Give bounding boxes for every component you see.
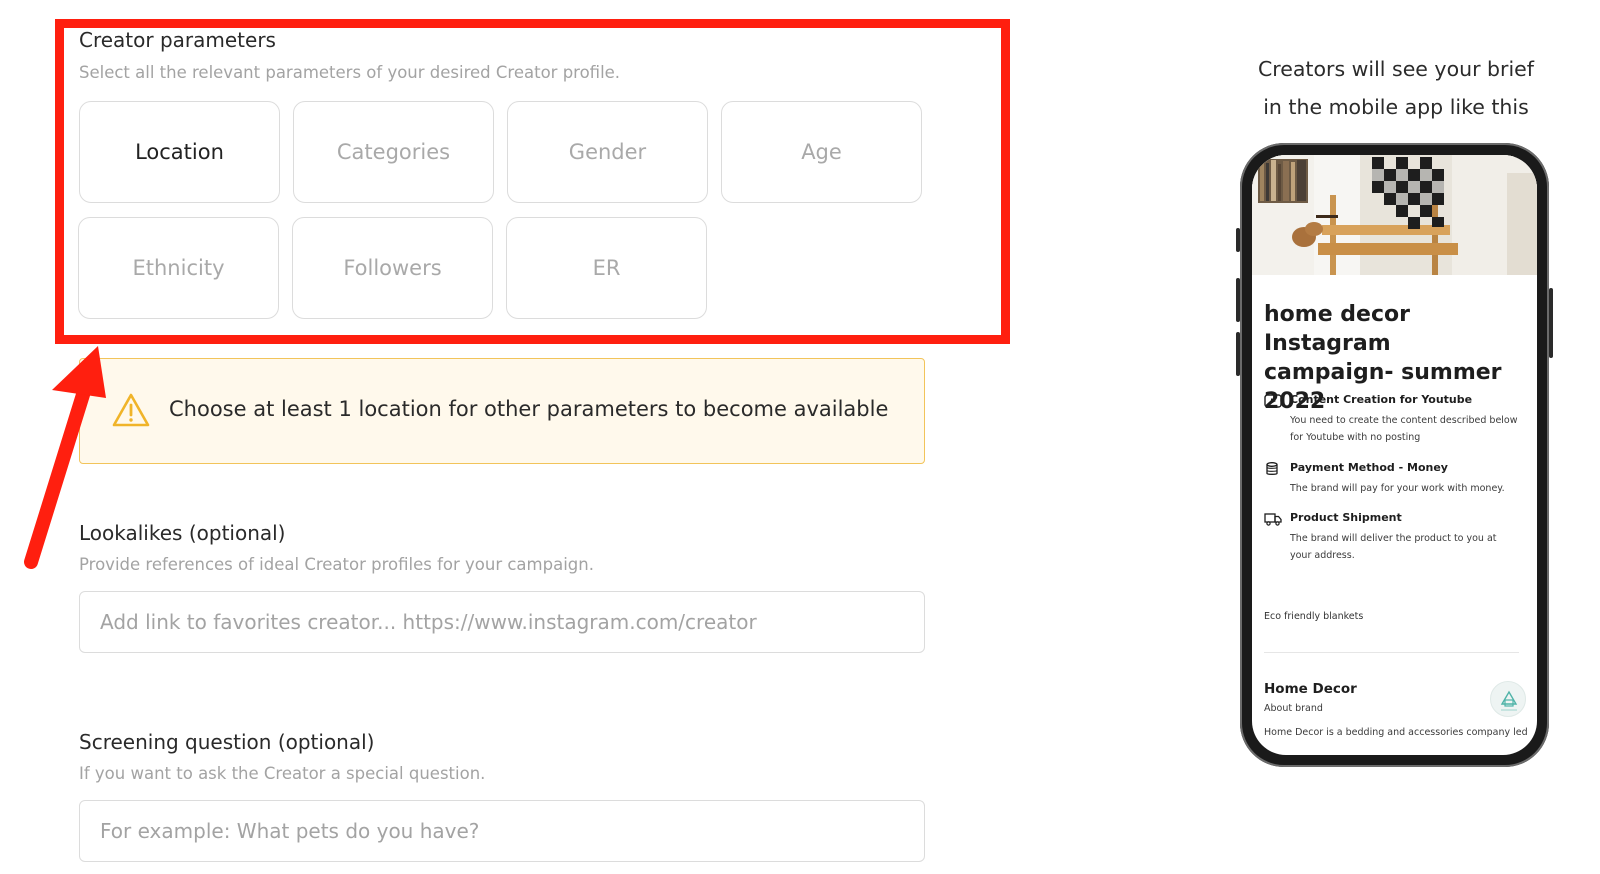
param-age-button[interactable]: Age — [721, 101, 922, 203]
feature-product-shipment: Product Shipment The brand will deliver … — [1264, 511, 1524, 561]
preview-caption: Creators will see your brief in the mobi… — [1226, 50, 1566, 126]
creator-parameters-title: Creator parameters — [79, 28, 276, 52]
brand-description: Home Decor is a bedding and accessories … — [1264, 727, 1528, 738]
lookalikes-link-input[interactable] — [79, 591, 925, 653]
param-ethnicity-button[interactable]: Ethnicity — [78, 217, 279, 319]
home-decor-logo-icon — [1500, 690, 1518, 711]
warning-triangle-icon — [112, 393, 150, 427]
brand-logo-avatar — [1490, 681, 1526, 717]
creator-parameters-subtitle: Select all the relevant parameters of yo… — [79, 63, 621, 82]
truck-icon — [1264, 513, 1282, 526]
screening-question-title: Screening question (optional) — [79, 730, 374, 754]
phone-side-button — [1549, 288, 1553, 358]
location-warning-banner: Choose at least 1 location for other par… — [79, 358, 925, 464]
screening-question-title-label: Screening question — [79, 730, 272, 754]
youtube-icon — [1264, 394, 1282, 408]
warning-text: Choose at least 1 location for other par… — [169, 397, 889, 421]
brand-name: Home Decor — [1264, 681, 1357, 697]
phone-screen: home decor Instagram campaign- summer 20… — [1252, 155, 1537, 755]
param-categories-button[interactable]: Categories — [293, 101, 494, 203]
coins-icon — [1266, 462, 1278, 475]
param-er-button[interactable]: ER — [506, 217, 707, 319]
param-followers-button[interactable]: Followers — [292, 217, 493, 319]
param-location-button[interactable]: Location — [79, 101, 280, 203]
lookalikes-optional-label: (optional) — [188, 521, 286, 545]
feature-description: You need to create the content described… — [1290, 415, 1518, 443]
divider — [1264, 652, 1519, 653]
preview-caption-line1: Creators will see your brief — [1257, 57, 1535, 81]
feature-title: Payment Method - Money — [1290, 461, 1448, 474]
campaign-hero-image — [1252, 155, 1537, 275]
lookalikes-title: Lookalikes (optional) — [79, 521, 286, 545]
product-description: Eco friendly blankets — [1264, 611, 1364, 622]
screening-question-input[interactable] — [79, 800, 925, 862]
screening-optional-label: (optional) — [277, 730, 375, 754]
phone-side-button — [1236, 278, 1240, 322]
about-brand-label: About brand — [1264, 703, 1323, 714]
feature-title: Content Creation for Youtube — [1290, 393, 1473, 406]
screening-question-subtitle: If you want to ask the Creator a special… — [79, 764, 486, 783]
param-gender-button[interactable]: Gender — [507, 101, 708, 203]
preview-caption-line2: in the mobile app like this — [1263, 95, 1529, 119]
phone-side-button — [1236, 332, 1240, 376]
feature-title: Product Shipment — [1290, 511, 1402, 524]
feature-payment-method: Payment Method - Money The brand will pa… — [1264, 461, 1524, 495]
lookalikes-subtitle: Provide references of ideal Creator prof… — [79, 555, 594, 574]
feature-description: The brand will pay for your work with mo… — [1290, 483, 1505, 494]
feature-content-creation: Content Creation for Youtube You need to… — [1264, 393, 1524, 443]
lookalikes-title-label: Lookalikes — [79, 521, 183, 545]
feature-description: The brand will deliver the product to yo… — [1290, 533, 1497, 561]
phone-side-button — [1236, 228, 1240, 252]
